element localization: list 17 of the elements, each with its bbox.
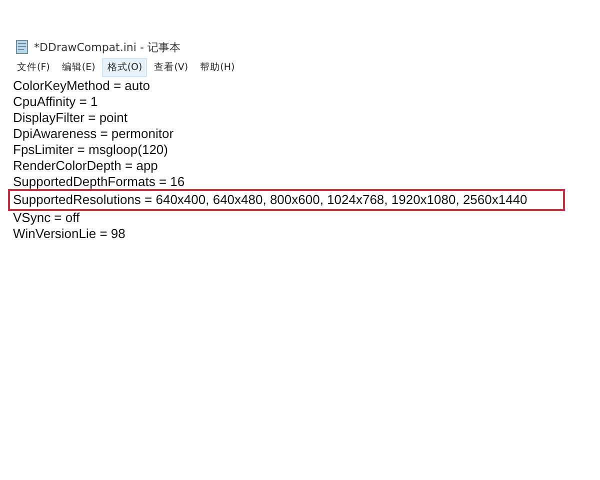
text-line: CpuAffinity = 1 (12, 94, 99, 110)
menu-item[interactable]: 文件(F) (12, 58, 55, 76)
menu-item[interactable]: 查看(V) (149, 58, 194, 76)
text-line: ColorKeyMethod = auto (12, 78, 151, 94)
text-line: RenderColorDepth = app (12, 158, 159, 174)
text-line: WinVersionLie = 98 (12, 226, 126, 242)
notepad-icon (16, 40, 28, 54)
menu-item[interactable]: 格式(O) (102, 58, 148, 76)
text-line: SupportedDepthFormats = 16 (12, 174, 186, 190)
highlighted-text-line: SupportedResolutions = 640x400, 640x480, 800x600, 1024x768, 1920x1080, 2560x1440 (11, 192, 562, 208)
text-line: VSync = off (12, 210, 81, 226)
text-line: FpsLimiter = msgloop(120) (12, 142, 169, 158)
menu-item[interactable]: 编辑(E) (56, 58, 100, 76)
text-line: DpiAwareness = permonitor (12, 126, 175, 142)
menu-item[interactable]: 帮助(H) (195, 58, 240, 76)
text-line: DisplayFilter = point (12, 110, 129, 126)
window-title: *DDrawCompat.ini - 记事本 (34, 40, 180, 54)
